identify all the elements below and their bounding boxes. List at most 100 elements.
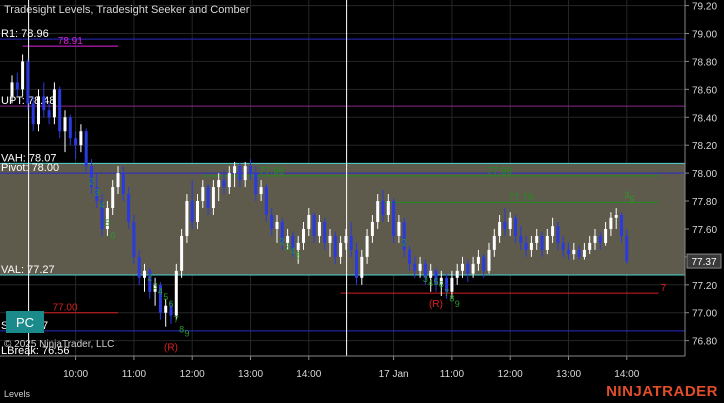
candle-body [582,249,586,257]
seeker-count-label: 7 [174,314,179,324]
candle-body [567,249,570,255]
candle-body [572,249,576,255]
seeker-count-label: 4 [158,287,163,297]
y-tick-label: 77.00 [692,309,717,320]
candle-body [461,263,464,271]
candle-body [317,221,321,236]
candle-body [328,235,332,243]
candle-body [121,173,125,195]
candle-body [206,187,210,209]
candle-body [201,187,205,202]
candle-body [355,249,358,278]
candle-body [577,249,581,257]
candle-body [487,249,491,271]
seeker-count-label: 4 [428,278,433,288]
current-price-label: 77.37 [691,257,716,268]
green-level-right-label: 77.79 [508,192,533,203]
candle-body [556,226,560,243]
candle-body [476,256,480,264]
candle-body [471,263,475,274]
red-level-right-label: 7 [661,283,667,294]
candle-body [259,187,263,195]
chart-root[interactable]: R1: 78.96 UPT: 78.48 VAH: 78.07 Pivot: 78.0… [0,0,724,403]
reversal-label: (R) [429,299,443,310]
y-tick-label: 77.60 [692,225,717,236]
seeker-count-label: 6 [439,280,444,290]
candle-body [302,228,305,243]
candle-body [307,214,311,229]
candle-body [429,270,433,278]
candle-body [264,187,268,215]
candle-body [227,173,231,188]
candle-body [466,263,470,274]
y-tick-label: 78.80 [692,57,717,68]
candle-body [609,217,613,229]
candle-body [508,217,512,229]
candle-body [84,131,88,167]
candle-body [211,187,215,209]
candle-body [243,166,247,181]
candle-body [593,235,597,243]
x-tick-label: 17 Jan [379,369,409,380]
seeker-count-label: 6 [168,299,173,309]
candle-body [132,221,136,257]
candle-body [588,242,592,250]
x-tick-label: 13:00 [556,369,581,380]
seeker-count-label: 9 [184,328,189,338]
candle-body [524,242,528,250]
brand-logo: NINJATRADER [606,383,718,400]
candle-body [535,235,539,243]
seeker-count-label: 2 [89,176,94,186]
level-label-r1: R1: 78.96 [1,28,49,40]
candle-body [31,103,35,125]
y-tick-label: 78.20 [692,141,717,152]
candle-body [26,61,30,104]
seeker-count-label: 3 [94,187,99,197]
candle-body [386,201,390,215]
candle-body [196,201,199,222]
candle-body [52,89,56,118]
candle-body [551,226,555,236]
candle-body [47,110,51,118]
candle-body [376,201,380,222]
candle-body [323,221,327,243]
candle-body [164,305,168,313]
candle-body [604,228,608,243]
y-tick-label: 79.00 [692,30,717,41]
seeker-count-label: 2 [147,273,152,283]
seeker-count-label: 5 [163,292,168,302]
seeker-count-label: 3 [423,274,428,284]
seeker-count-label: 5 [105,218,110,228]
y-tick-label: 77.80 [692,197,717,208]
seeker-count-label: 7 [444,288,449,298]
candle-body [561,242,565,250]
candle-body [111,187,115,209]
seeker-count-label: 9 [455,299,460,309]
candle-body [233,166,237,174]
candle-body [408,249,411,264]
candle-body [58,89,62,132]
seeker-count-label: 6 [110,231,115,241]
pc-button[interactable]: PC [6,311,44,333]
x-tick-label: 11:00 [122,369,147,380]
y-tick-label: 78.00 [692,169,717,180]
y-tick-label: 78.40 [692,113,717,124]
x-tick-label: 13:00 [238,369,263,380]
candle-body [185,201,189,236]
seeker-count-label: 4 [100,200,105,210]
y-tick-label: 77.20 [692,281,717,292]
x-tick-label: 11:00 [440,369,465,380]
candle-body [174,270,178,316]
candle-body [418,263,422,271]
seeker-count-label: 8 [449,294,454,304]
candle-body [614,214,618,218]
candle-body [238,166,242,181]
candle-body [620,214,623,236]
candle-body [222,180,226,188]
candle-body [503,221,507,229]
candle-body [137,256,141,278]
x-tick-label: 10:00 [63,369,88,380]
y-tick-label: 79.20 [692,2,717,13]
candle-body [275,221,279,229]
seeker-count-label: 5 [630,194,635,204]
